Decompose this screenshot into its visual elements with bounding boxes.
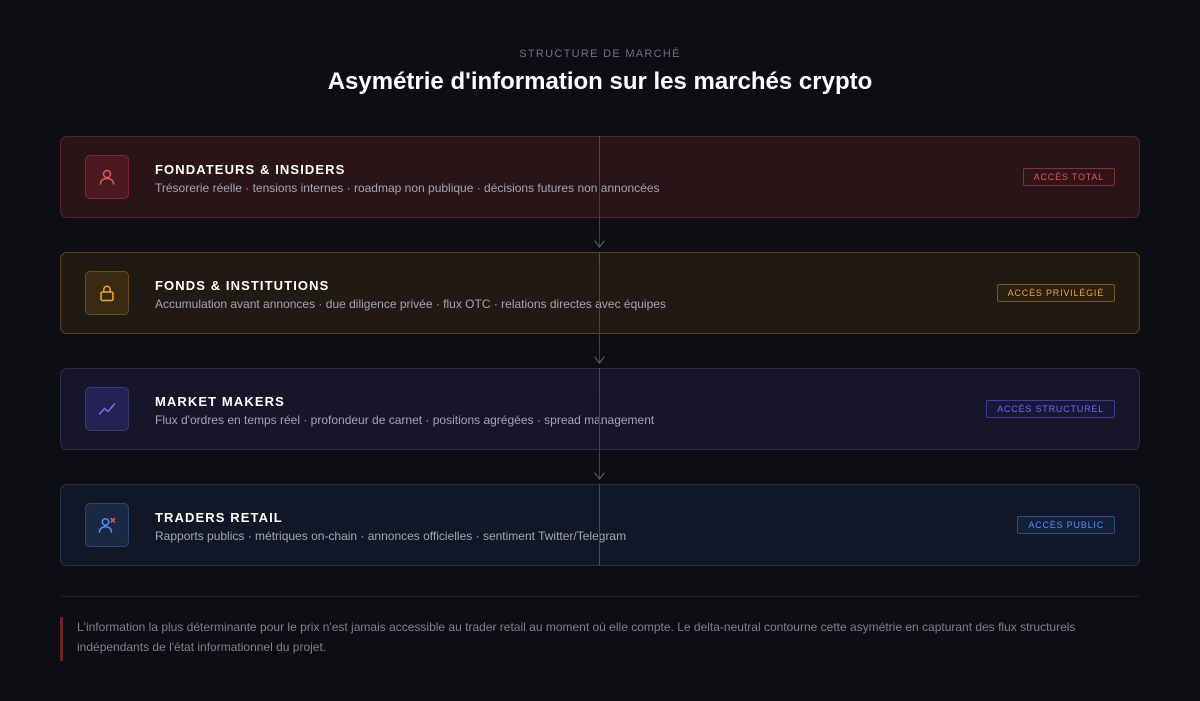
trend-line-icon [85,387,129,431]
tier-name: MARKET MAKERS [155,394,285,409]
lock-icon [85,271,129,315]
access-badge: ACCÈS PRIVILÉGIÉ [996,284,1115,302]
connector-line [599,368,600,479]
tier-market-makers: MARKET MAKERS Flux d'ordres en temps rée… [60,368,1140,450]
arrow-down-icon [594,356,605,364]
user-x-icon [85,503,129,547]
tier-description: Accumulation avant annonces · due dilige… [155,297,666,311]
tier-name: FONDATEURS & INSIDERS [155,162,346,177]
access-flow: FONDATEURS & INSIDERS Trésorerie réelle … [60,136,1140,566]
tier-description: Trésorerie réelle · tensions internes · … [155,181,660,195]
tier-name: FONDS & INSTITUTIONS [155,278,330,293]
divider [60,596,1140,597]
connector-line [599,252,600,363]
tier-name: TRADERS RETAIL [155,510,283,525]
tier-description: Flux d'ordres en temps réel · profondeur… [155,413,655,427]
tier-retail-traders: TRADERS RETAIL Rapports publics · métriq… [60,484,1140,566]
footer-note: L'information la plus déterminante pour … [60,617,1140,661]
connector-line [599,484,600,566]
tier-founders-insiders: FONDATEURS & INSIDERS Trésorerie réelle … [60,136,1140,218]
arrow-down-icon [594,472,605,480]
page-eyebrow: STRUCTURE DE MARCHÉ [519,48,681,60]
access-badge: ACCÈS STRUCTUREL [986,400,1115,418]
arrow-down-icon [594,240,605,248]
access-badge: ACCÈS PUBLIC [1017,516,1115,534]
tier-description: Rapports publics · métriques on-chain · … [155,529,627,543]
tier-funds-institutions: FONDS & INSTITUTIONS Accumulation avant … [60,252,1140,334]
access-badge: ACCÈS TOTAL [1022,168,1115,186]
page-title: Asymétrie d'information sur les marchés … [327,68,873,95]
user-icon [85,155,129,199]
connector-line [599,136,600,247]
